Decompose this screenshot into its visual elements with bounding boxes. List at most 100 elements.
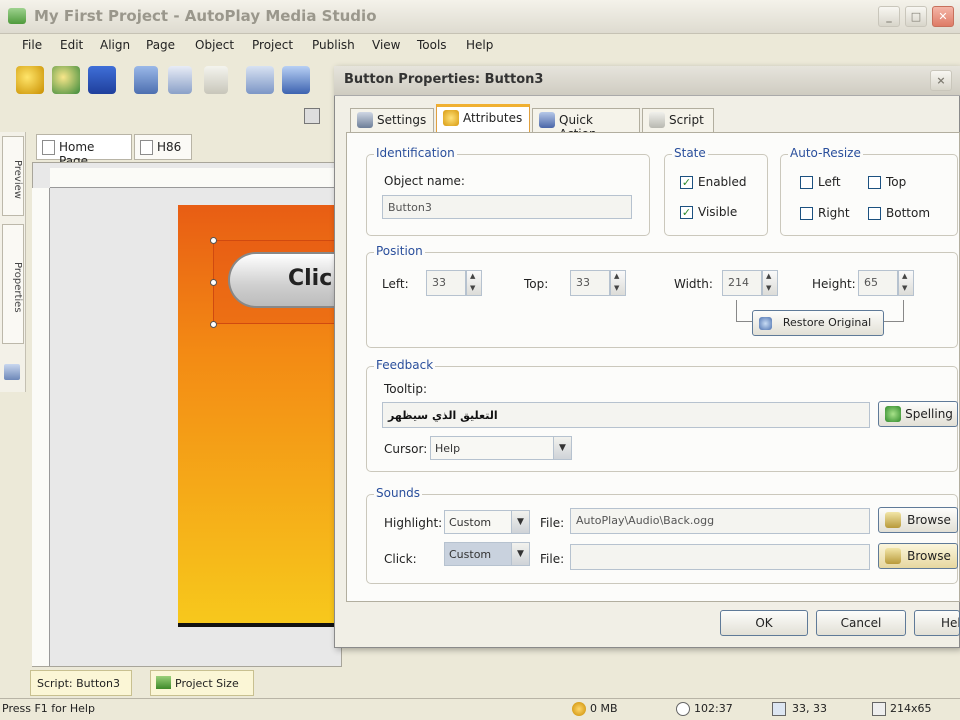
tab-settings[interactable]: Settings xyxy=(350,108,434,132)
attributes-icon xyxy=(443,110,459,126)
left-input[interactable]: 33 xyxy=(426,270,466,296)
clock-icon xyxy=(676,702,690,716)
highlight-browse-button[interactable]: Browse xyxy=(878,507,958,533)
layers-icon[interactable] xyxy=(4,364,20,380)
title-bar: My First Project - AutoPlay Media Studio… xyxy=(0,0,960,34)
resize-top-label: Top xyxy=(886,175,907,189)
wand-icon[interactable] xyxy=(16,66,44,94)
tab-script[interactable]: Script xyxy=(642,108,714,132)
resize-handle[interactable] xyxy=(210,321,217,328)
browse-label: Browse xyxy=(907,513,951,527)
highlight-value: Custom xyxy=(449,516,492,529)
chevron-down-icon: ▼ xyxy=(511,543,529,565)
highlight-sound-select[interactable]: Custom ▼ xyxy=(444,510,530,534)
quick-action-icon xyxy=(539,112,555,128)
feedback-legend: Feedback xyxy=(374,358,436,372)
cursor-value: Help xyxy=(435,442,461,455)
tooltip-input[interactable]: التعليق الذي سيظهر xyxy=(382,402,870,428)
open-icon[interactable] xyxy=(52,66,80,94)
resize-top-checkbox[interactable] xyxy=(868,176,881,189)
highlight-file-label: File: xyxy=(540,516,565,530)
menu-project[interactable]: Project xyxy=(252,38,293,52)
width-input[interactable]: 214 xyxy=(722,270,762,296)
menu-view[interactable]: View xyxy=(372,38,400,52)
menu-tools[interactable]: Tools xyxy=(417,38,447,52)
restore-original-label: Restore Original xyxy=(782,316,872,329)
spelling-button[interactable]: Spelling xyxy=(878,401,958,427)
left-label: Left: xyxy=(382,277,409,291)
properties-tab[interactable]: Properties xyxy=(2,224,24,344)
click-browse-button[interactable]: Browse xyxy=(878,543,958,569)
resize-left-checkbox[interactable] xyxy=(800,176,813,189)
object-name-input[interactable]: Button3 xyxy=(382,195,632,219)
restore-original-button[interactable]: Restore Original xyxy=(752,310,884,336)
app-icon xyxy=(8,8,26,24)
side-panel-tabs: Preview Properties xyxy=(0,132,26,392)
cancel-button[interactable]: Cancel xyxy=(816,610,906,636)
paste-icon[interactable] xyxy=(204,66,228,94)
resize-bottom-checkbox[interactable] xyxy=(868,207,881,220)
folder-icon xyxy=(885,548,901,564)
click-file-input[interactable] xyxy=(570,544,870,570)
canvas-button[interactable]: Click xyxy=(228,252,342,308)
minimize-button[interactable]: _ xyxy=(878,6,900,27)
help-button[interactable]: Help xyxy=(914,610,960,636)
preview-tab[interactable]: Preview xyxy=(2,136,24,216)
click-sound-select[interactable]: Custom ▼ xyxy=(444,542,530,566)
undo-icon[interactable] xyxy=(246,66,274,94)
ok-button[interactable]: OK xyxy=(720,610,808,636)
menu-help[interactable]: Help xyxy=(466,38,493,52)
left-spinner[interactable] xyxy=(466,270,482,296)
click-value: Custom xyxy=(449,548,492,561)
tab-home-page[interactable]: Home Page xyxy=(36,134,132,168)
cursor-label: Cursor: xyxy=(384,442,428,456)
cut-icon[interactable] xyxy=(134,66,158,94)
resize-right-checkbox[interactable] xyxy=(800,207,813,220)
tab-attributes[interactable]: Attributes xyxy=(436,104,530,132)
state-legend: State xyxy=(672,146,708,160)
tab-h86[interactable]: H86 xyxy=(134,134,192,160)
cursor-select[interactable]: Help ▼ xyxy=(430,436,572,460)
save-icon[interactable] xyxy=(88,66,116,94)
height-spinner[interactable] xyxy=(898,270,914,296)
size-icon xyxy=(872,702,886,716)
copy-icon[interactable] xyxy=(168,66,192,94)
width-label: Width: xyxy=(674,277,713,291)
enabled-checkbox[interactable]: ✓ xyxy=(680,176,693,189)
top-label: Top: xyxy=(524,277,549,291)
project-size-label: Project Size xyxy=(175,677,239,690)
resize-right-label: Right xyxy=(818,206,850,220)
position-icon xyxy=(772,702,786,716)
top-spinner[interactable] xyxy=(610,270,626,296)
redo-icon[interactable] xyxy=(282,66,310,94)
visible-checkbox[interactable]: ✓ xyxy=(680,206,693,219)
auto-resize-group xyxy=(780,154,958,236)
resize-handle[interactable] xyxy=(210,279,217,286)
align-icon[interactable] xyxy=(304,108,320,124)
resize-handle[interactable] xyxy=(210,237,217,244)
menu-align[interactable]: Align xyxy=(100,38,130,52)
menu-file[interactable]: File xyxy=(22,38,42,52)
close-button[interactable]: ✕ xyxy=(932,6,954,27)
maximize-button[interactable]: □ xyxy=(905,6,927,27)
tab-quick-action[interactable]: Quick Action xyxy=(532,108,640,141)
width-spinner[interactable] xyxy=(762,270,778,296)
horizontal-ruler xyxy=(50,168,342,188)
height-input[interactable]: 65 xyxy=(858,270,898,296)
dialog-title-bar: Button Properties: Button3 × xyxy=(334,66,960,96)
enabled-label: Enabled xyxy=(698,175,747,189)
visible-label: Visible xyxy=(698,205,738,219)
window-title: My First Project - AutoPlay Media Studio xyxy=(34,7,377,25)
tab-label: H86 xyxy=(157,140,182,154)
script-panel-button[interactable]: Script: Button3 xyxy=(30,670,132,696)
dialog-close-button[interactable]: × xyxy=(930,70,952,91)
project-size-button[interactable]: Project Size xyxy=(150,670,254,696)
top-input[interactable]: 33 xyxy=(570,270,610,296)
menu-edit[interactable]: Edit xyxy=(60,38,83,52)
menu-publish[interactable]: Publish xyxy=(312,38,355,52)
menu-object[interactable]: Object xyxy=(195,38,234,52)
click-file-label: File: xyxy=(540,552,565,566)
resize-bottom-label: Bottom xyxy=(886,206,931,220)
menu-page[interactable]: Page xyxy=(146,38,175,52)
highlight-file-input[interactable]: AutoPlay\Audio\Back.ogg xyxy=(570,508,870,534)
